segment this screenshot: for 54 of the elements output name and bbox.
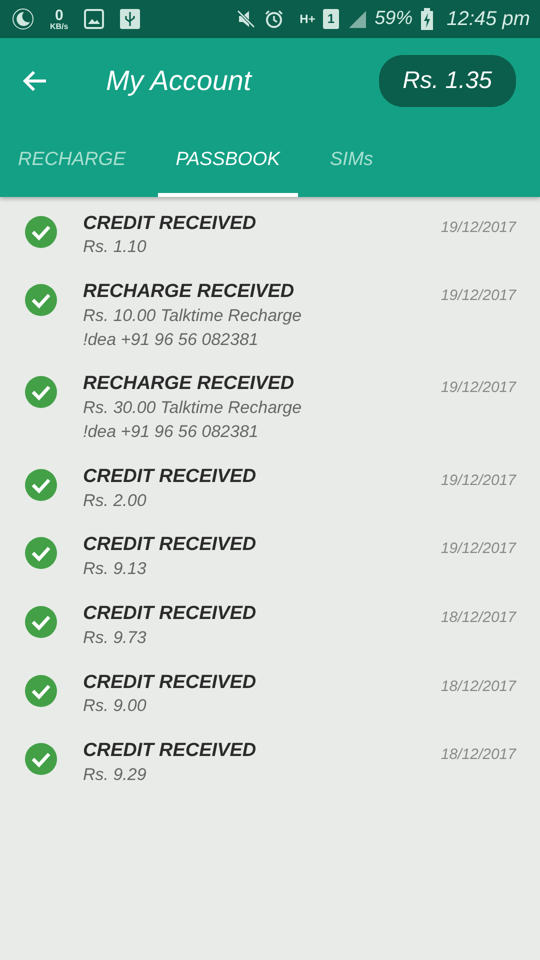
- image-icon: [84, 9, 104, 29]
- transaction-date: 19/12/2017: [440, 218, 516, 238]
- battery-percent: 59%: [374, 6, 413, 31]
- alarm-icon: [264, 9, 284, 29]
- check-icon: [25, 537, 57, 570]
- transaction-date: 18/12/2017: [440, 608, 516, 628]
- transaction-title: CREDIT RECEIVED: [83, 672, 258, 694]
- transaction-detail: Rs. 9.29: [83, 764, 148, 786]
- transaction-title: CREDIT RECEIVED: [83, 212, 258, 236]
- check-icon: [25, 216, 57, 248]
- transaction-detail: !dea +91 96 56 082381: [83, 421, 260, 444]
- check-icon: [25, 606, 57, 638]
- clock-time: 12:45 pm: [446, 7, 530, 32]
- transaction-detail: Rs. 9.73: [83, 626, 148, 649]
- check-icon: [25, 376, 57, 408]
- transaction-date: 18/12/2017: [440, 676, 516, 697]
- transaction-detail: Rs. 10.00 Talktime Recharge: [83, 304, 303, 327]
- transaction-detail: !dea +91 96 56 082381: [83, 328, 260, 351]
- tab[interactable]: SIMs: [312, 124, 392, 196]
- mute-icon: [236, 9, 256, 29]
- transaction-detail: Rs. 30.00 Talktime Recharge: [83, 397, 303, 420]
- transaction-detail: Rs. 1.10: [83, 236, 148, 258]
- transaction-title: RECHARGE RECEIVED: [83, 281, 296, 304]
- usb-icon: [120, 9, 140, 29]
- transaction-title: CREDIT RECEIVED: [83, 603, 258, 626]
- transaction-detail: Rs. 9.13: [83, 558, 148, 580]
- transaction-date: 19/12/2017: [440, 470, 516, 491]
- back-button[interactable]: [22, 70, 48, 92]
- transaction-title: RECHARGE RECEIVED: [83, 373, 296, 396]
- transaction-date: 19/12/2017: [440, 378, 516, 398]
- tab[interactable]: RECHARGE: [0, 124, 144, 196]
- transaction-title: CREDIT RECEIVED: [83, 534, 258, 558]
- speed-value: 0: [54, 8, 64, 22]
- check-icon: [25, 284, 57, 316]
- tab[interactable]: PASSBOOK: [158, 124, 298, 196]
- speed-unit: KB/s: [50, 22, 68, 30]
- check-icon: [25, 468, 57, 501]
- battery-charging-icon: [420, 8, 433, 30]
- check-icon: [25, 674, 57, 707]
- back-arrow-icon: [22, 70, 48, 92]
- signal-icon: [346, 9, 367, 29]
- moon-icon: [12, 8, 34, 30]
- transaction-date: 18/12/2017: [440, 745, 516, 766]
- transaction-title: CREDIT RECEIVED: [83, 466, 258, 489]
- sim-slot: 1: [323, 9, 339, 29]
- transaction-date: 19/12/2017: [440, 539, 516, 560]
- network-type: H+: [300, 11, 316, 28]
- balance-pill: Rs. 1.35: [378, 55, 516, 107]
- screen-title: My Account: [106, 64, 252, 98]
- transaction-date: 19/12/2017: [440, 286, 516, 306]
- check-icon: [25, 743, 57, 776]
- transaction-title: CREDIT RECEIVED: [83, 740, 258, 764]
- transaction-detail: Rs. 9.00: [83, 695, 148, 718]
- transaction-detail: Rs. 2.00: [83, 490, 148, 512]
